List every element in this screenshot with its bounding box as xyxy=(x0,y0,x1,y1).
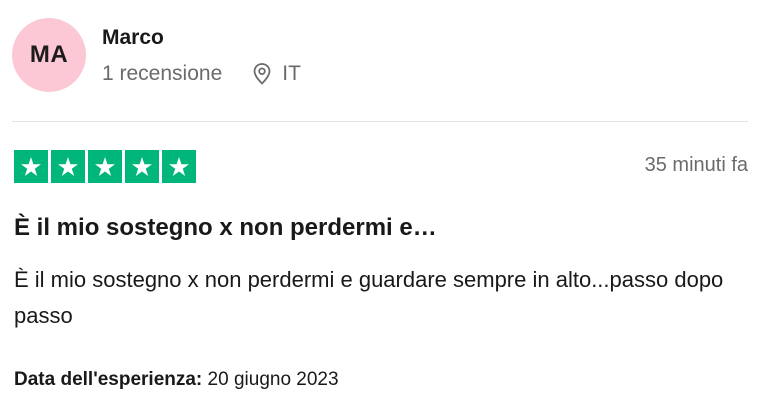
reviewer-meta: 1 recensione IT xyxy=(102,62,301,86)
star-icon xyxy=(51,150,85,183)
star-rating xyxy=(14,150,196,183)
experience-date: Data dell'esperienza: 20 giugno 2023 xyxy=(14,369,339,391)
star-icon xyxy=(88,150,122,183)
experience-label: Data dell'esperienza: xyxy=(14,369,203,390)
divider xyxy=(12,121,748,122)
avatar[interactable]: MA xyxy=(12,18,86,92)
reviews-count: 1 recensione xyxy=(102,62,223,85)
review-card: MA Marco 1 recensione IT 35 minuti fa È … xyxy=(0,0,768,411)
star-icon xyxy=(125,150,159,183)
review-title[interactable]: È il mio sostegno x non perdermi e… xyxy=(14,214,437,242)
review-time: 35 minuti fa xyxy=(644,154,748,176)
map-pin-icon xyxy=(252,62,272,86)
star-icon xyxy=(162,150,196,183)
reviewer-country: IT xyxy=(282,62,301,85)
experience-value: 20 giugno 2023 xyxy=(207,369,339,390)
review-body: È il mio sostegno x non perdermi e guard… xyxy=(14,267,724,328)
star-icon xyxy=(14,150,48,183)
reviewer-name[interactable]: Marco xyxy=(102,26,164,50)
